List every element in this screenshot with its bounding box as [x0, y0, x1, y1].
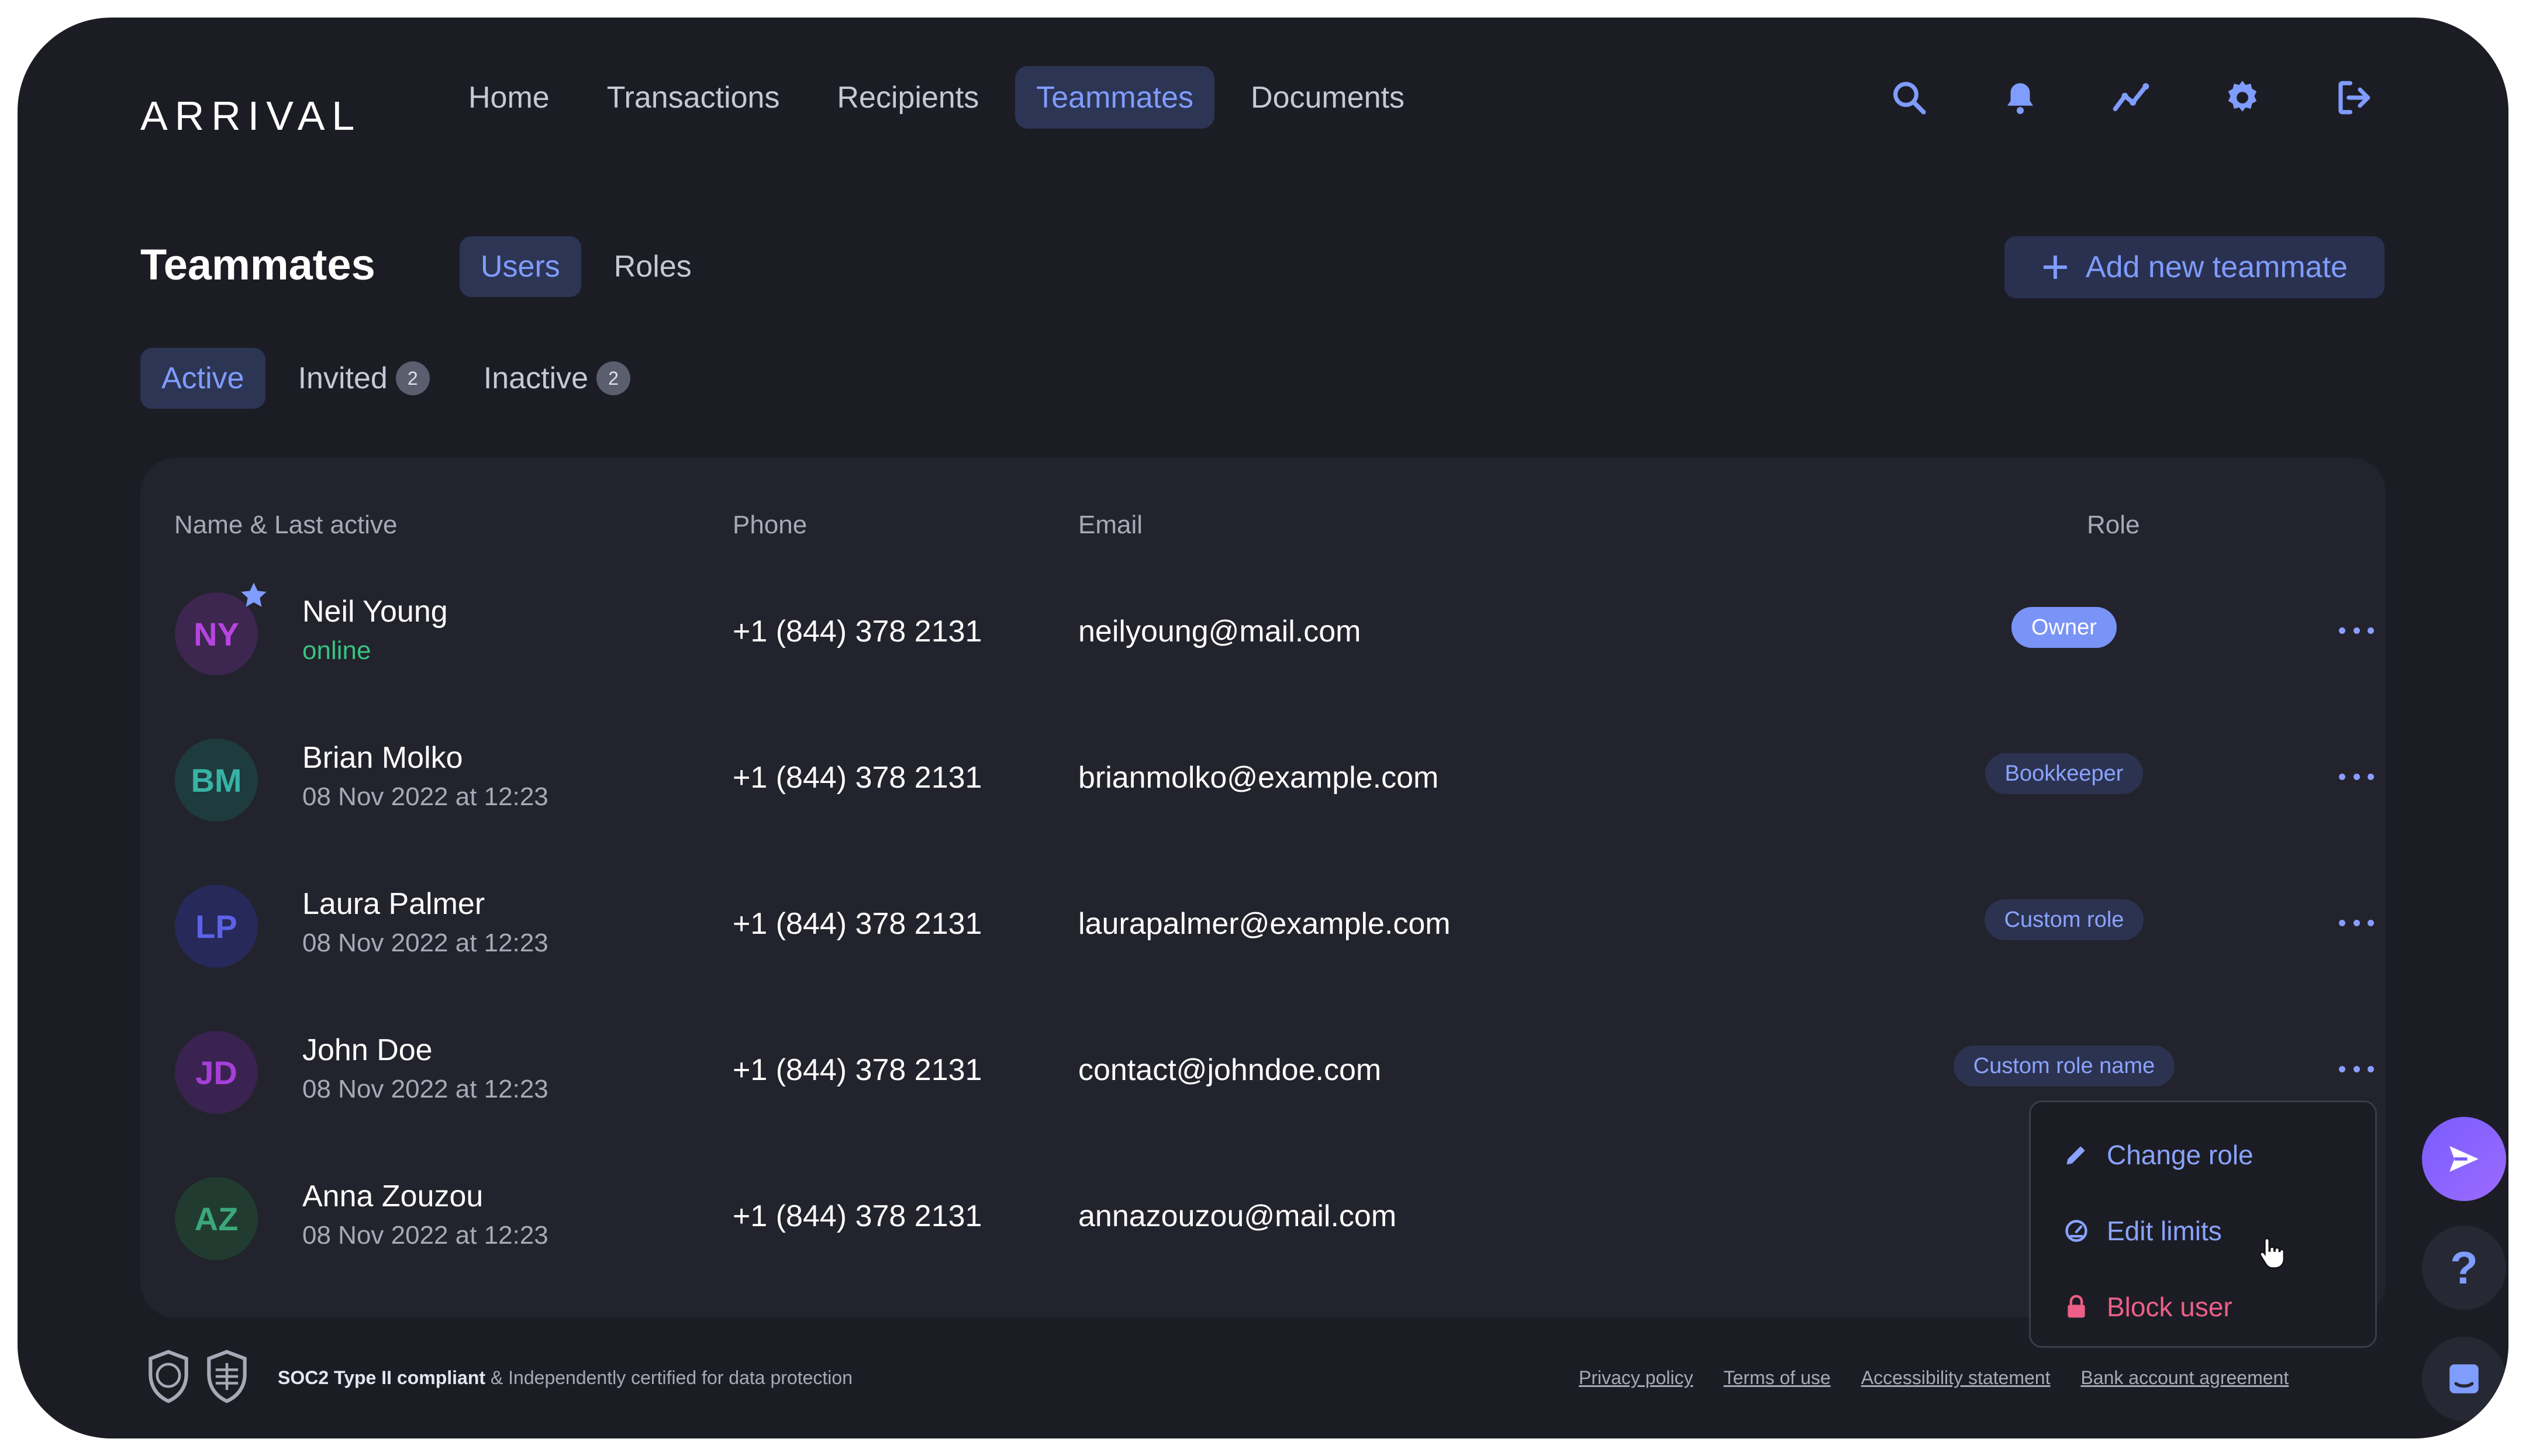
user-phone: +1 (844) 378 2131 — [733, 761, 982, 795]
star-icon — [241, 582, 267, 607]
row-action-menu: Change role Edit limits Block user — [2029, 1100, 2377, 1348]
table-row[interactable]: BM Brian Molko 08 Nov 2022 at 12:23 +1 (… — [140, 706, 2386, 853]
user-email: contact@johndoe.com — [1078, 1053, 1382, 1087]
help-button[interactable]: ? — [2422, 1226, 2506, 1310]
column-header-phone: Phone — [733, 510, 808, 539]
user-name: Anna Zouzou — [302, 1179, 484, 1213]
invited-count-badge: 2 — [395, 361, 430, 395]
table-row[interactable]: LP Laura Palmer 08 Nov 2022 at 12:23 +1 … — [140, 853, 2386, 999]
avatar: AZ — [175, 1177, 258, 1260]
bank-account-agreement-link[interactable]: Bank account agreement — [2080, 1367, 2289, 1389]
user-phone: +1 (844) 378 2131 — [733, 615, 982, 648]
user-last-active: 08 Nov 2022 at 12:23 — [302, 1221, 548, 1250]
compliance-bold: SOC2 Type II compliant — [278, 1367, 486, 1388]
hand-cursor-icon — [2259, 1237, 2285, 1269]
logout-icon[interactable] — [2333, 77, 2374, 118]
user-last-active: online — [302, 636, 371, 665]
tab-users[interactable]: Users — [460, 236, 581, 297]
avatar: BM — [175, 739, 258, 822]
tab-inactive[interactable]: Inactive 2 — [463, 348, 651, 409]
user-name: Brian Molko — [302, 741, 463, 775]
column-header-name: Name & Last active — [174, 510, 398, 539]
nav-recipients[interactable]: Recipients — [816, 66, 1000, 129]
more-options-icon[interactable] — [2339, 911, 2374, 934]
add-teammate-label: Add new teammate — [2085, 250, 2348, 284]
inactive-count-badge: 2 — [596, 361, 631, 395]
send-icon — [2449, 1146, 2479, 1172]
accessibility-statement-link[interactable]: Accessibility statement — [1861, 1367, 2051, 1389]
chat-icon — [2449, 1364, 2479, 1393]
user-email: neilyoung@mail.com — [1078, 615, 1361, 648]
compliance-rest: & Independently certified for data prote… — [485, 1367, 853, 1388]
user-last-active: 08 Nov 2022 at 12:23 — [302, 929, 548, 957]
user-name: John Doe — [302, 1033, 433, 1067]
tab-roles[interactable]: Roles — [593, 236, 713, 297]
more-options-icon[interactable] — [2339, 1057, 2374, 1081]
chat-button[interactable] — [2422, 1337, 2506, 1421]
tab-invited-label: Invited — [298, 361, 388, 395]
bell-icon[interactable] — [2000, 77, 2041, 118]
footer-links: Privacy policy Terms of use Accessibilit… — [1579, 1367, 2289, 1389]
view-switch: Users Roles — [460, 236, 724, 297]
menu-item-change-role[interactable]: Change role — [2063, 1131, 2254, 1178]
status-filter-tabs: Active Invited 2 Inactive 2 — [140, 348, 663, 409]
compliance-badges — [145, 1350, 262, 1403]
nav-documents[interactable]: Documents — [1230, 66, 1426, 129]
top-icon-bar — [1889, 77, 2374, 118]
user-email: brianmolko@example.com — [1078, 761, 1439, 795]
soc2-shield-icon — [149, 1350, 188, 1403]
compliance-text: SOC2 Type II compliant & Independently c… — [278, 1367, 853, 1389]
gauge-icon — [2065, 1220, 2087, 1242]
gear-icon[interactable] — [2222, 77, 2263, 118]
column-header-role: Role — [2087, 510, 2140, 539]
menu-item-block-user[interactable]: Block user — [2063, 1284, 2232, 1330]
user-email: laurapalmer@example.com — [1078, 907, 1451, 941]
user-phone: +1 (844) 378 2131 — [733, 907, 982, 941]
menu-item-label: Change role — [2107, 1140, 2254, 1170]
user-phone: +1 (844) 378 2131 — [733, 1053, 982, 1087]
app-logo: ARRIVAL — [140, 93, 362, 139]
lock-icon — [2068, 1295, 2085, 1318]
plus-icon: + — [2041, 240, 2069, 294]
menu-item-label: Edit limits — [2107, 1216, 2222, 1246]
tab-active[interactable]: Active — [140, 348, 265, 409]
pencil-icon — [2066, 1146, 2085, 1165]
user-name: Laura Palmer — [302, 887, 485, 921]
nav-transactions[interactable]: Transactions — [586, 66, 801, 129]
more-options-icon[interactable] — [2339, 765, 2374, 788]
avatar: JD — [175, 1031, 258, 1114]
send-button[interactable] — [2422, 1117, 2506, 1201]
role-badge: Bookkeeper — [1985, 753, 2144, 794]
privacy-policy-link[interactable]: Privacy policy — [1579, 1367, 1693, 1389]
table-row[interactable]: NY Neil Young online +1 (844) 378 2131 n… — [140, 560, 2386, 706]
user-last-active: 08 Nov 2022 at 12:23 — [302, 1075, 548, 1103]
analytics-icon[interactable] — [2111, 77, 2152, 118]
certification-shield-icon — [207, 1350, 247, 1403]
role-badge: Custom role name — [1953, 1046, 2175, 1086]
app-window: ARRIVAL Home Transactions Recipients Tea… — [18, 18, 2508, 1438]
role-badge: Owner — [2011, 607, 2117, 648]
nav-teammates[interactable]: Teammates — [1015, 66, 1215, 129]
main-nav: Home Transactions Recipients Teammates D… — [447, 66, 1441, 129]
tab-active-label: Active — [161, 361, 244, 395]
user-phone: +1 (844) 378 2131 — [733, 1199, 982, 1233]
user-name: Neil Young — [302, 595, 448, 629]
terms-of-use-link[interactable]: Terms of use — [1724, 1367, 1831, 1389]
tab-inactive-label: Inactive — [483, 361, 589, 395]
nav-home[interactable]: Home — [447, 66, 571, 129]
menu-item-edit-limits[interactable]: Edit limits — [2063, 1207, 2222, 1254]
column-header-email: Email — [1078, 510, 1143, 539]
more-options-icon[interactable] — [2339, 619, 2374, 642]
search-icon[interactable] — [1889, 77, 1930, 118]
user-last-active: 08 Nov 2022 at 12:23 — [302, 782, 548, 811]
avatar: LP — [175, 885, 258, 968]
menu-item-label: Block user — [2107, 1292, 2232, 1322]
add-teammate-button[interactable]: + Add new teammate — [2004, 236, 2384, 298]
tab-invited[interactable]: Invited 2 — [277, 348, 451, 409]
page-title: Teammates — [140, 240, 375, 289]
role-badge: Custom role — [1984, 899, 2144, 940]
user-email: annazouzou@mail.com — [1078, 1199, 1397, 1233]
